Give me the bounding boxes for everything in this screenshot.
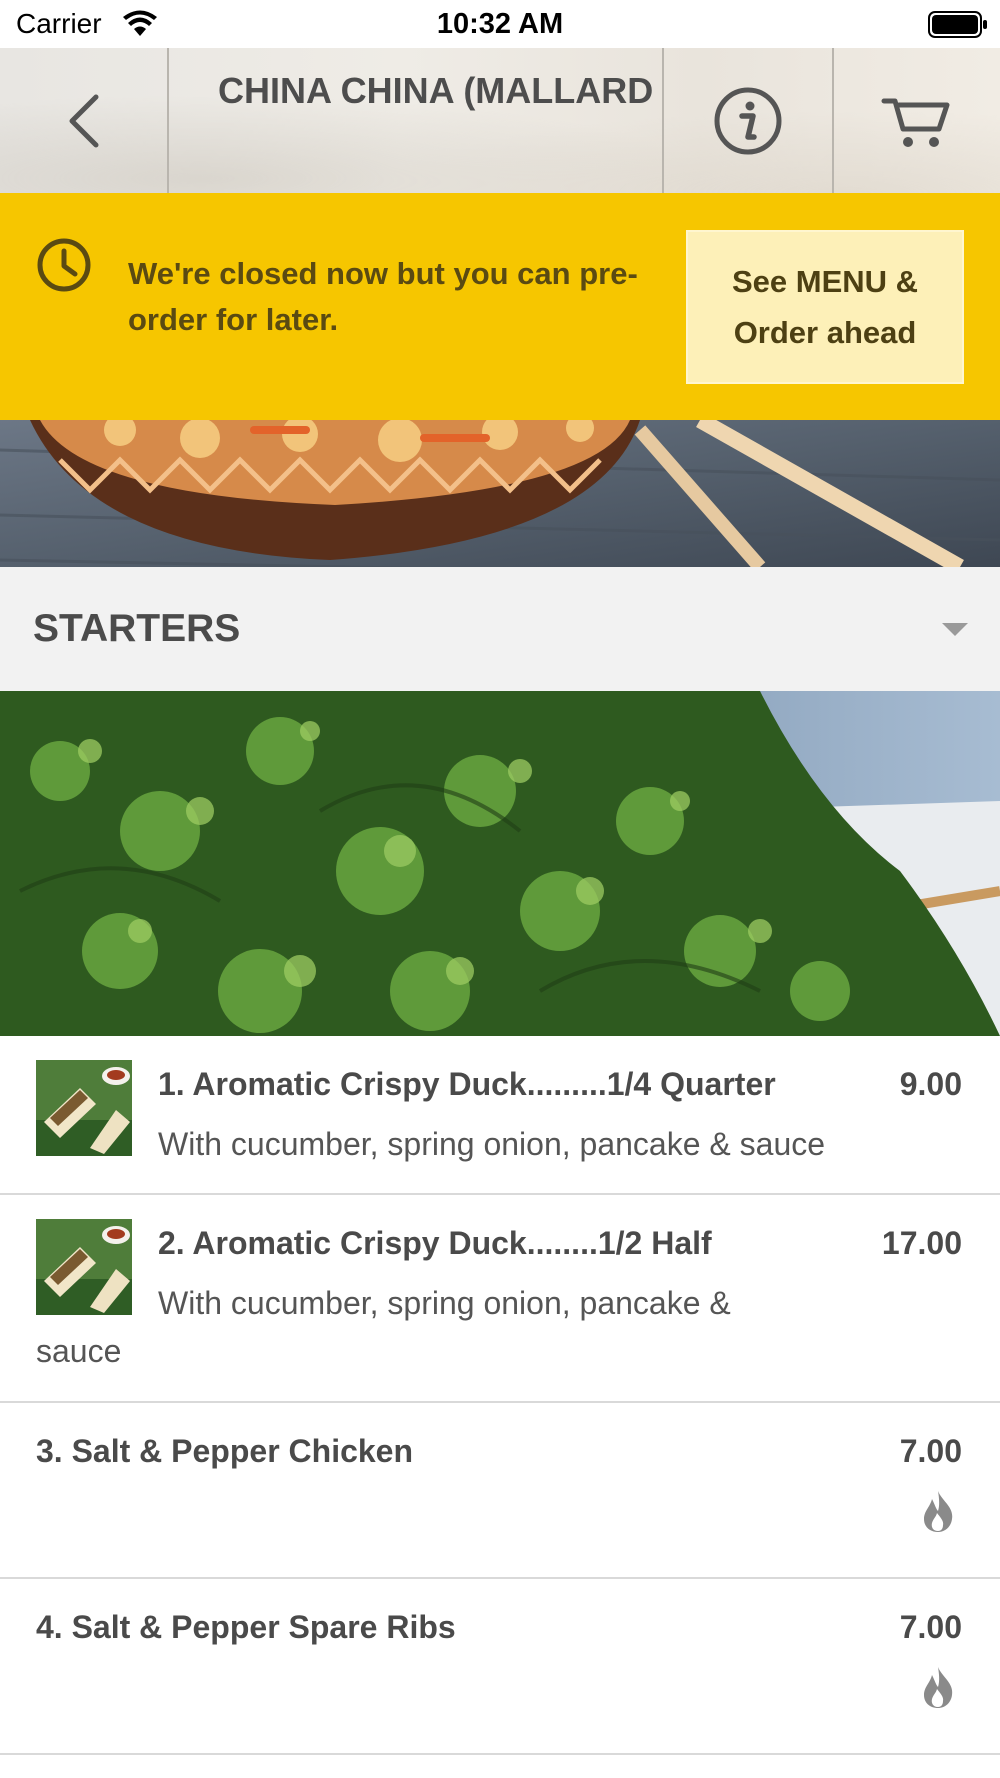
- crispy-seaweed-image: [0, 691, 1000, 1036]
- back-button[interactable]: [0, 48, 168, 193]
- info-button[interactable]: [664, 48, 832, 193]
- section-header-starters[interactable]: STARTERS: [0, 567, 1000, 691]
- menu-item-description: With cucumber, spring onion, pancake & s…: [158, 1126, 826, 1162]
- info-icon: [714, 87, 782, 154]
- chevron-left-icon: [69, 94, 99, 147]
- restaurant-header: CHINA CHINA (MALLARD: [0, 48, 1000, 193]
- section-title: STARTERS: [33, 607, 241, 650]
- menu-item[interactable]: 1. Aromatic Crispy Duck.........1/4 Quar…: [0, 1036, 1000, 1195]
- menu-item-price: 7.00: [899, 1609, 962, 1645]
- status-bar: Carrier 10:32 AM: [0, 0, 1000, 48]
- menu-item-price: 9.00: [899, 1066, 962, 1102]
- menu-item-price: 17.00: [881, 1225, 962, 1261]
- menu-item[interactable]: 3. Salt & Pepper Chicken 7.00: [0, 1403, 1000, 1579]
- menu-item-name: 2. Aromatic Crispy Duck........1/2 Half: [158, 1225, 712, 1261]
- menu-item-name: 4. Salt & Pepper Spare Ribs: [36, 1609, 456, 1645]
- see-menu-order-ahead-button[interactable]: See MENU & Order ahead: [686, 230, 964, 384]
- header-divider: [167, 48, 169, 193]
- cart-button[interactable]: [834, 48, 1000, 193]
- restaurant-title: CHINA CHINA (MALLARD: [218, 70, 654, 111]
- chili-icon: [924, 1491, 953, 1532]
- menu-item-name: 1. Aromatic Crispy Duck.........1/4 Quar…: [158, 1066, 776, 1102]
- menu-item-price: 7.00: [899, 1433, 962, 1469]
- cart-icon: [881, 98, 950, 147]
- clock-icon: [37, 238, 91, 292]
- menu-item[interactable]: 4. Salt & Pepper Spare Ribs 7.00: [0, 1579, 1000, 1755]
- menu-item-description: With cucumber, spring onion, pancake & s…: [36, 1285, 731, 1369]
- battery-icon: [928, 11, 987, 38]
- caret-down-icon: [942, 623, 968, 636]
- duck-pancake-thumbnail: [36, 1060, 132, 1156]
- closed-banner: We're closed now but you can pre-order f…: [0, 193, 1000, 420]
- noodle-bowl-image: [0, 420, 1000, 567]
- closed-message: We're closed now but you can pre-order f…: [128, 256, 638, 337]
- menu-item[interactable]: 2. Aromatic Crispy Duck........1/2 Half …: [0, 1195, 1000, 1403]
- menu-item-name: 3. Salt & Pepper Chicken: [36, 1433, 414, 1469]
- chili-icon: [924, 1667, 953, 1708]
- status-time: 10:32 AM: [436, 8, 564, 40]
